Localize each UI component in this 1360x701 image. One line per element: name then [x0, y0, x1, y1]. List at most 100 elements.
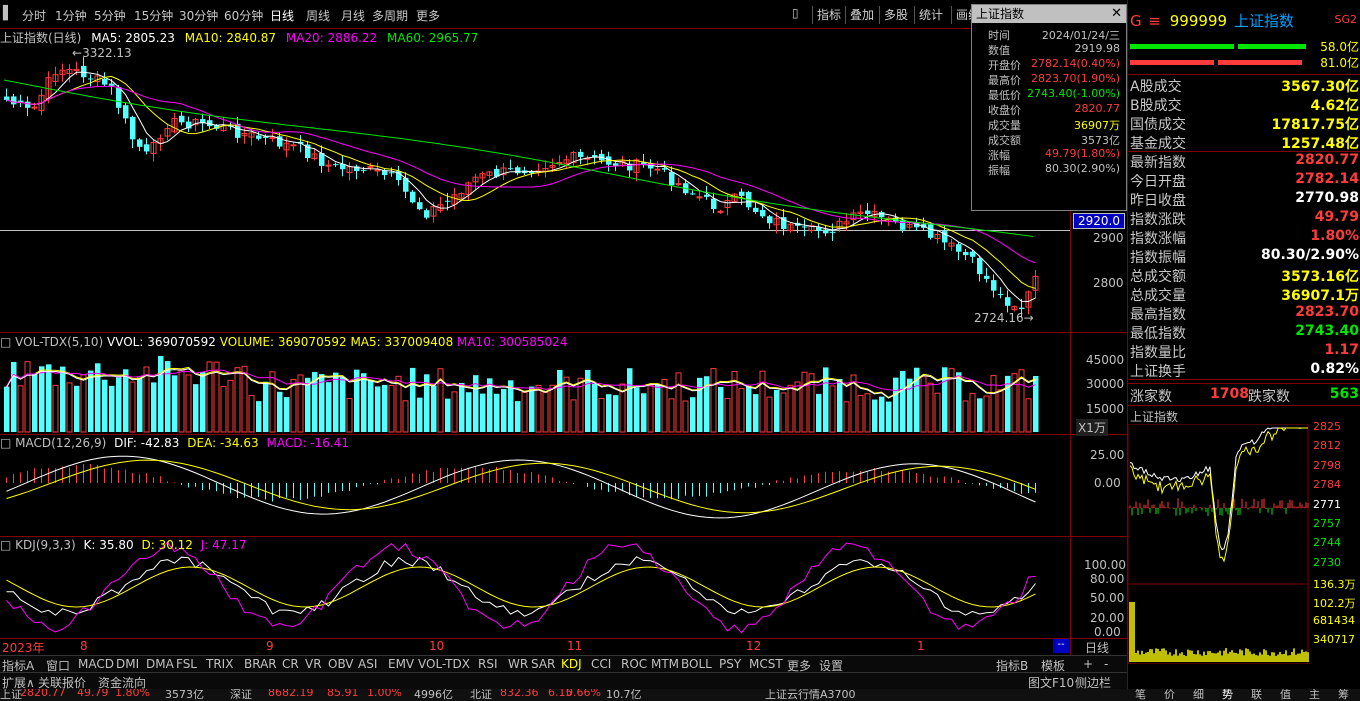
- volume-bar-down: [837, 378, 843, 432]
- period-tab-9[interactable]: 多周期: [372, 7, 408, 24]
- period-tab-2[interactable]: 5分钟: [94, 7, 126, 24]
- popup-row: 收盘价 2820.77: [972, 102, 1124, 117]
- volume-bar-up: [997, 389, 1004, 433]
- indicator-tab-10[interactable]: OBV: [328, 657, 354, 671]
- indicator-tab-3[interactable]: DMI: [116, 657, 139, 671]
- indicator-tab-11[interactable]: ASI: [358, 657, 377, 671]
- period-tab-6[interactable]: 日线: [270, 7, 294, 24]
- popup-row-value: 36907万: [1074, 119, 1120, 132]
- volume-bar-up: [570, 399, 577, 433]
- indicator-tab-5[interactable]: FSL: [176, 657, 197, 671]
- candle-body-down: [130, 116, 136, 140]
- indicator-tab-20[interactable]: MTM: [651, 657, 679, 671]
- popup-row: 最低价 2743.40(-1.00%): [972, 87, 1124, 102]
- quote-row-value: 1257.48亿: [1281, 136, 1359, 152]
- indicator-tab-9[interactable]: VR: [305, 657, 322, 671]
- popup-row-value: 49.79(1.80%): [1044, 147, 1120, 160]
- indicator-tab-23[interactable]: MCST: [749, 657, 783, 671]
- candle-body-up: [654, 168, 661, 171]
- candle-body-down: [711, 198, 717, 210]
- vol-settings-icon[interactable]: □: [0, 335, 11, 349]
- volume-bar-up: [927, 382, 934, 433]
- period-tab-7[interactable]: 周线: [306, 7, 330, 24]
- volume-bar-up: [269, 371, 276, 433]
- toolbar-button-2[interactable]: 多股: [879, 6, 912, 24]
- sg-badge: SG2: [1334, 13, 1357, 26]
- dif-value: DIF: -42.83: [114, 436, 180, 450]
- period-button[interactable]: 日线: [1085, 639, 1109, 656]
- indicator-tab-15[interactable]: WR: [508, 657, 528, 671]
- indicator-tab-8[interactable]: CR: [282, 657, 299, 671]
- volume-bar-up: [388, 385, 395, 433]
- period-tab-8[interactable]: 月线: [341, 7, 365, 24]
- popup-close-icon[interactable]: ✕: [1111, 6, 1122, 21]
- up-count: 1708: [1210, 386, 1249, 402]
- kdj-settings-icon[interactable]: □: [0, 538, 11, 552]
- indicator-tab-12[interactable]: EMV: [388, 657, 414, 671]
- period-tab-1[interactable]: 1分钟: [55, 7, 87, 24]
- quote-row: 最低指数 2743.40: [1130, 323, 1359, 342]
- quote-row-value: 1.17: [1324, 342, 1359, 358]
- toolbar-button-3[interactable]: 统计: [914, 6, 947, 24]
- panel-tab-1[interactable]: 价: [1164, 689, 1175, 701]
- candle-body-up: [717, 210, 724, 213]
- price-axis-2800: 2800: [1093, 276, 1124, 290]
- indicator-tab-6[interactable]: TRIX: [206, 657, 233, 671]
- quote-row: 最新指数 2820.77: [1130, 152, 1359, 171]
- volume-bar-up: [17, 385, 24, 433]
- period-tab-5[interactable]: 60分钟: [224, 7, 263, 24]
- popup-row-value: 2743.40(-1.00%): [1027, 87, 1120, 100]
- bid-strength-bar: [1130, 44, 1234, 49]
- popup-row-value: 3573亿: [1081, 134, 1120, 147]
- indicator-tab-13[interactable]: VOL-TDX: [418, 657, 470, 671]
- period-tab-10[interactable]: 更多: [416, 7, 440, 24]
- indicator-tab-2[interactable]: MACD: [78, 657, 114, 671]
- candle-body-down: [879, 212, 885, 218]
- panel-tab-7[interactable]: 筹: [1338, 689, 1349, 701]
- volume-bar-down: [459, 382, 465, 432]
- popup-row-label: 最低价: [988, 89, 1021, 102]
- menu-icon[interactable]: ▌: [3, 6, 13, 21]
- main-chart-header: 上证指数(日线) MA5: 2805.23 MA10: 2840.87 MA20…: [0, 29, 478, 46]
- indicator-tab-14[interactable]: RSI: [478, 657, 498, 671]
- volume-bar-down: [431, 385, 437, 432]
- volume-bar-down: [361, 373, 367, 432]
- toolbar-arrow-icon[interactable]: ▯: [792, 6, 799, 20]
- volume-bar-up: [724, 397, 731, 433]
- quote-row-value: 3567.30亿: [1281, 79, 1359, 95]
- status-item-10: 北证: [470, 689, 492, 701]
- indicator-tab-16[interactable]: SAR: [531, 657, 555, 671]
- indicator-tab-18[interactable]: CCI: [591, 657, 611, 671]
- indicator-tab-19[interactable]: ROC: [621, 657, 647, 671]
- quote-row-value: 2820.77: [1295, 152, 1359, 168]
- quote-row: B股成交 4.62亿: [1130, 95, 1359, 114]
- panel-tab-6[interactable]: 主: [1309, 689, 1320, 701]
- toolbar-button-0[interactable]: 指标: [812, 6, 845, 24]
- status-item-3: 1.80%: [115, 689, 150, 699]
- macd-settings-icon[interactable]: □: [0, 436, 11, 450]
- indicator-tab-21[interactable]: BOLL: [681, 657, 712, 671]
- candle-body-down: [263, 136, 269, 138]
- indicator-right-3[interactable]: -: [1104, 657, 1108, 671]
- period-tab-0[interactable]: 分时: [22, 7, 46, 24]
- panel-tab-2[interactable]: 细: [1193, 689, 1204, 701]
- date-label-jan: 1: [917, 639, 925, 653]
- indicator-tab-7[interactable]: BRAR: [244, 657, 277, 671]
- panel-tab-4[interactable]: 联: [1251, 689, 1262, 701]
- indicator-tab-17[interactable]: KDJ: [561, 657, 582, 671]
- panel-tab-3[interactable]: 势: [1222, 689, 1233, 701]
- period-tab-3[interactable]: 15分钟: [134, 7, 173, 24]
- menu-lines-icon[interactable]: ≡: [1148, 12, 1161, 30]
- toolbar-button-1[interactable]: 叠加: [845, 6, 878, 24]
- quote-row-label: 今日开盘: [1130, 174, 1186, 190]
- indicator-tab-22[interactable]: PSY: [719, 657, 741, 671]
- period-tab-4[interactable]: 30分钟: [179, 7, 218, 24]
- candle-body-up: [675, 183, 682, 186]
- popup-row-label: 数值: [988, 44, 1010, 57]
- volume-bar-up: [934, 392, 941, 433]
- indicator-tab-4[interactable]: DMA: [146, 657, 174, 671]
- panel-tab-0[interactable]: 笔: [1135, 689, 1146, 701]
- indicator-right-2[interactable]: +: [1083, 657, 1093, 671]
- popup-row: 成交额 3573亿: [972, 132, 1124, 147]
- panel-tab-5[interactable]: 值: [1280, 689, 1291, 701]
